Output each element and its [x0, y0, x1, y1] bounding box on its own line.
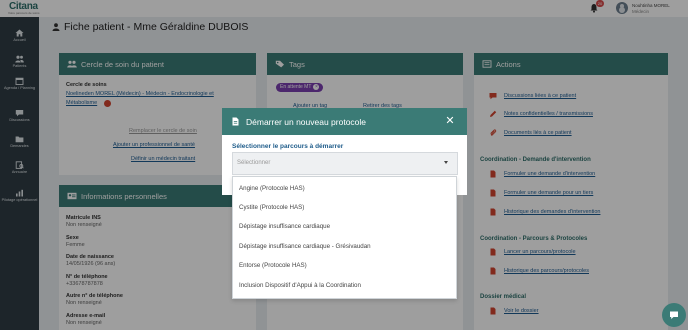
- dropdown-option[interactable]: Angine (Protocole HAS): [233, 180, 456, 198]
- close-icon[interactable]: ✕: [444, 115, 456, 127]
- chat-bubble-icon: [670, 311, 678, 319]
- file-icon: [232, 117, 239, 126]
- dropdown-option[interactable]: Entorse (Protocole HAS): [233, 257, 456, 275]
- modal-header: Démarrer un nouveau protocole ✕: [222, 108, 467, 135]
- dropdown-option[interactable]: Dépistage insuffisance cardiaque - Grési…: [233, 238, 456, 256]
- protocol-select[interactable]: Sélectionner: [232, 152, 458, 175]
- modal-title: Démarrer un nouveau protocole: [246, 117, 367, 127]
- chat-support-button[interactable]: [662, 303, 686, 327]
- dropdown-option[interactable]: Cystite (Protocole HAS): [233, 199, 456, 217]
- caret-up-icon: [444, 161, 448, 164]
- protocol-dropdown-list: Angine (Protocole HAS) Cystite (Protocol…: [232, 176, 457, 299]
- select-label: Sélectionner le parcours à démarrer: [232, 143, 344, 150]
- dropdown-option[interactable]: Dépistage insuffisance cardiaque: [233, 218, 456, 236]
- select-placeholder: Sélectionner: [237, 160, 271, 166]
- dropdown-option[interactable]: Inclusion Dispositif d'Appui à la Coordi…: [233, 277, 456, 295]
